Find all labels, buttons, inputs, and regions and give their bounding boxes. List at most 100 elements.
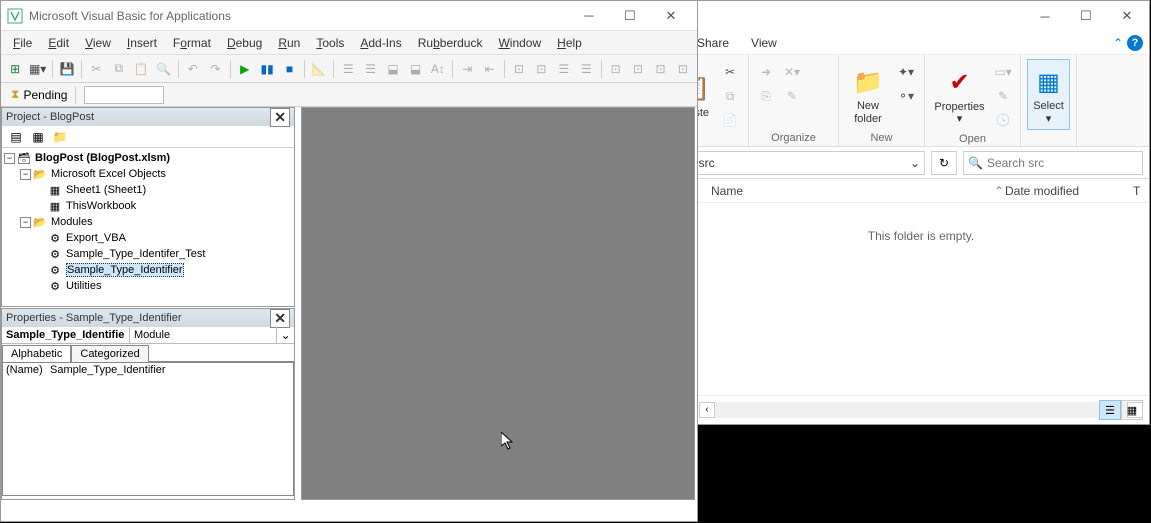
tree-sheet1[interactable]: Sheet1 (Sheet1) bbox=[66, 184, 146, 196]
tb-btn-13[interactable]: ⊡ bbox=[673, 58, 693, 80]
chevron-up-icon[interactable]: ⌃ bbox=[993, 184, 1005, 198]
ribbon-collapse-icon[interactable]: ⌃ bbox=[1113, 36, 1123, 50]
outdent-button[interactable]: ⇤ bbox=[479, 58, 499, 80]
menu-debug[interactable]: Debug bbox=[219, 34, 270, 52]
view-code-button[interactable]: ▤ bbox=[6, 128, 26, 146]
tree-expander[interactable]: − bbox=[20, 169, 31, 180]
menu-help[interactable]: Help bbox=[549, 34, 590, 52]
find-button[interactable]: 🔍 bbox=[153, 58, 173, 80]
tb-btn-10[interactable]: ⊡ bbox=[605, 58, 625, 80]
save-button[interactable]: 💾 bbox=[57, 58, 77, 80]
tree-mod-export[interactable]: Export_VBA bbox=[66, 232, 126, 244]
tab-view[interactable]: View bbox=[747, 34, 781, 52]
tb-btn-9[interactable]: ☰ bbox=[576, 58, 596, 80]
select-button[interactable]: ▦ Select▾ bbox=[1027, 59, 1070, 130]
dropdown-icon[interactable]: ⌄ bbox=[276, 327, 294, 343]
copy-button[interactable]: ⧉ bbox=[719, 85, 741, 107]
large-icons-view-button[interactable]: ▦ bbox=[1121, 400, 1143, 420]
history-button[interactable]: 🕓 bbox=[992, 109, 1014, 131]
insert-module-button[interactable]: ▦▾ bbox=[27, 58, 47, 80]
open-button[interactable]: ▭▾ bbox=[992, 61, 1014, 83]
help-icon[interactable]: ? bbox=[1127, 35, 1143, 51]
menu-file[interactable]: File bbox=[5, 34, 40, 52]
moveto-button[interactable]: ➜ bbox=[755, 61, 777, 83]
menu-rubberduck[interactable]: Rubberduck bbox=[410, 34, 491, 52]
tb-btn-11[interactable]: ⊡ bbox=[628, 58, 648, 80]
tb-btn-3[interactable]: ⬓ bbox=[383, 58, 403, 80]
indent-button[interactable]: ⇥ bbox=[457, 58, 477, 80]
paste-shortcut-button[interactable]: 📄 bbox=[719, 109, 741, 131]
edit-button[interactable]: ✎ bbox=[992, 85, 1014, 107]
maximize-button[interactable]: ☐ bbox=[1066, 2, 1106, 30]
new-item-button[interactable]: ✦▾ bbox=[895, 61, 917, 83]
address-bar[interactable]: ▮ › src ⌄ bbox=[675, 151, 925, 175]
tree-mod-test[interactable]: Sample_Type_Identifer_Test bbox=[66, 248, 205, 260]
rename-button[interactable]: ✎ bbox=[781, 85, 803, 107]
tb-btn-1[interactable]: ☰ bbox=[338, 58, 358, 80]
toggle-folders-button[interactable]: 📁 bbox=[50, 128, 70, 146]
close-pane-button[interactable]: ✕ bbox=[270, 108, 290, 127]
tb-btn-2[interactable]: ☰ bbox=[360, 58, 380, 80]
properties-button[interactable]: ✔ Properties ▾ bbox=[931, 59, 988, 131]
pending-combo[interactable] bbox=[84, 86, 164, 104]
menu-view[interactable]: View bbox=[77, 34, 119, 52]
details-view-button[interactable]: ☰ bbox=[1099, 400, 1121, 420]
minimize-button[interactable]: ─ bbox=[569, 2, 609, 30]
tree-thisworkbook[interactable]: ThisWorkbook bbox=[66, 200, 136, 212]
redo-button[interactable]: ↷ bbox=[205, 58, 225, 80]
copy-button[interactable]: ⧉ bbox=[109, 58, 129, 80]
menu-run[interactable]: Run bbox=[270, 34, 308, 52]
minimize-button[interactable]: ─ bbox=[1025, 2, 1065, 30]
tab-categorized[interactable]: Categorized bbox=[71, 345, 148, 362]
breadcrumb-src[interactable]: src bbox=[699, 156, 715, 170]
tab-alphabetic[interactable]: Alphabetic bbox=[2, 345, 71, 362]
tree-expander[interactable]: − bbox=[4, 153, 15, 164]
search-input[interactable]: 🔍 Search src bbox=[963, 151, 1143, 175]
break-button[interactable]: ▮▮ bbox=[257, 58, 277, 80]
horizontal-scrollbar[interactable]: ‹› bbox=[699, 402, 1143, 418]
delete-button[interactable]: ✕▾ bbox=[781, 61, 803, 83]
view-excel-button[interactable]: ⊞ bbox=[5, 58, 25, 80]
pending-button[interactable]: ⧗ Pending bbox=[5, 85, 73, 104]
tree-modules[interactable]: Modules bbox=[51, 216, 93, 228]
menu-insert[interactable]: Insert bbox=[119, 34, 165, 52]
easy-access-button[interactable]: ⚬▾ bbox=[895, 85, 917, 107]
cut-button[interactable]: ✂ bbox=[86, 58, 106, 80]
address-dropdown-icon[interactable]: ⌄ bbox=[910, 156, 920, 170]
reset-button[interactable]: ■ bbox=[279, 58, 299, 80]
object-selector[interactable]: Sample_Type_Identifie Module ⌄ bbox=[2, 327, 294, 344]
menu-addins[interactable]: Add-Ins bbox=[352, 34, 409, 52]
menu-tools[interactable]: Tools bbox=[308, 34, 352, 52]
tree-mod-utilities[interactable]: Utilities bbox=[66, 280, 101, 292]
refresh-button[interactable]: ↻ bbox=[931, 151, 957, 175]
tb-btn-7[interactable]: ⊡ bbox=[531, 58, 551, 80]
paste-button[interactable]: 📋 bbox=[131, 58, 151, 80]
tb-btn-12[interactable]: ⊡ bbox=[650, 58, 670, 80]
tb-btn-5[interactable]: A↕ bbox=[428, 58, 448, 80]
menu-edit[interactable]: Edit bbox=[40, 34, 77, 52]
close-pane-button[interactable]: ✕ bbox=[270, 309, 290, 328]
tree-project[interactable]: BlogPost (BlogPost.xlsm) bbox=[35, 152, 170, 164]
tree-expander[interactable]: − bbox=[20, 217, 31, 228]
tree-excel-objects[interactable]: Microsoft Excel Objects bbox=[51, 168, 166, 180]
tb-btn-8[interactable]: ☰ bbox=[554, 58, 574, 80]
run-button[interactable]: ▶ bbox=[234, 58, 254, 80]
undo-button[interactable]: ↶ bbox=[183, 58, 203, 80]
copyto-button[interactable]: ⎘ bbox=[755, 85, 777, 107]
maximize-button[interactable]: ☐ bbox=[610, 2, 650, 30]
prop-val-name[interactable]: Sample_Type_Identifier bbox=[47, 363, 293, 379]
col-name[interactable]: Name bbox=[711, 184, 993, 198]
tb-btn-6[interactable]: ⊡ bbox=[509, 58, 529, 80]
menu-window[interactable]: Window bbox=[490, 34, 549, 52]
close-button[interactable]: ✕ bbox=[1107, 2, 1147, 30]
col-type[interactable]: T bbox=[1133, 184, 1149, 198]
menu-format[interactable]: Format bbox=[165, 34, 219, 52]
tree-mod-identifier[interactable]: Sample_Type_Identifier bbox=[66, 263, 184, 277]
new-folder-button[interactable]: 📁 New folder bbox=[845, 59, 891, 130]
view-object-button[interactable]: ▦ bbox=[28, 128, 48, 146]
cut-button[interactable]: ✂ bbox=[719, 61, 741, 83]
col-date[interactable]: Date modified bbox=[1005, 184, 1133, 198]
close-button[interactable]: ✕ bbox=[651, 2, 691, 30]
tab-share[interactable]: Share bbox=[693, 34, 733, 52]
design-mode-button[interactable]: 📐 bbox=[309, 58, 329, 80]
